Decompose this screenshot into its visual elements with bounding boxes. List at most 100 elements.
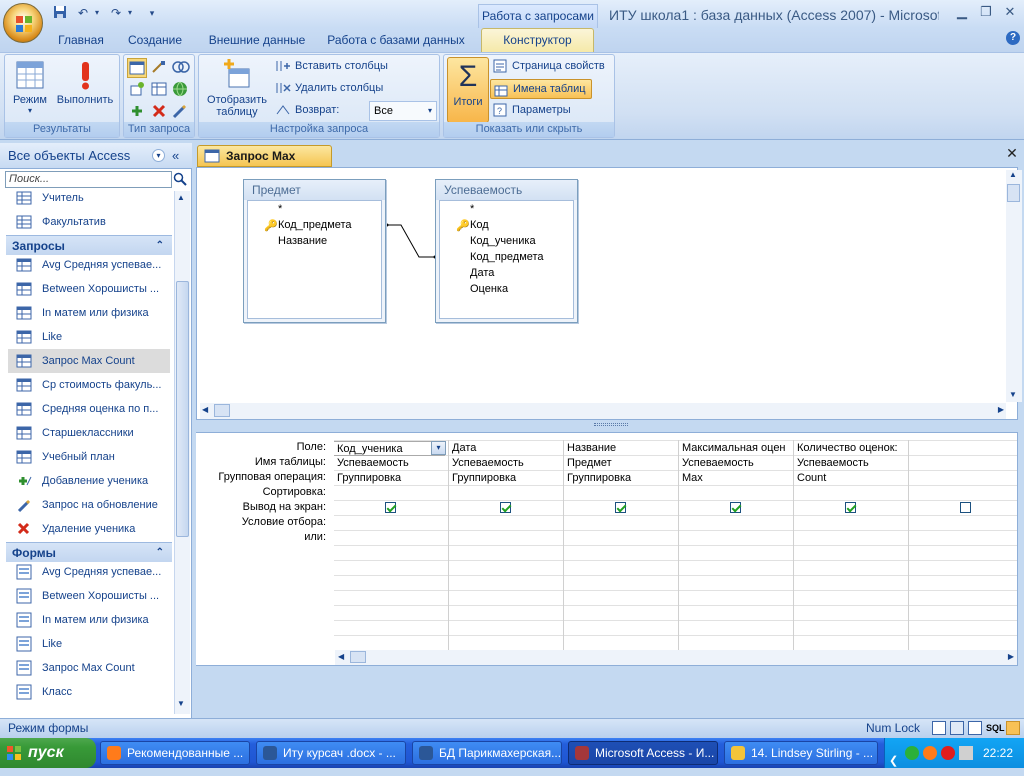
task-browser[interactable]: Рекомендованные ... [100, 741, 250, 765]
diagram-vscrollbar[interactable]: ▲ ▼ [1006, 170, 1022, 402]
form-view-icon[interactable] [932, 721, 946, 735]
grid-field-cell[interactable] [909, 441, 1020, 456]
section-forms[interactable]: Формы ⌃ [6, 542, 172, 562]
sql-view-icon[interactable]: SQL [986, 719, 1005, 737]
property-sheet-button[interactable]: Страница свойств [492, 57, 614, 77]
undo-icon[interactable]: ↶ [75, 5, 91, 21]
tray-opera-icon[interactable] [941, 746, 955, 760]
grid-table-cell[interactable] [909, 456, 1020, 471]
nav-menu-chevron-icon[interactable]: ▾ [152, 149, 165, 162]
show-checkbox[interactable] [730, 502, 741, 513]
diagram-hscrollbar[interactable]: ◀ ▶ [200, 403, 1006, 419]
union-query-button[interactable] [172, 59, 190, 77]
field-item[interactable]: Код [470, 219, 489, 231]
scroll-up-icon[interactable]: ▲ [1009, 170, 1017, 179]
grid-field-cell[interactable]: Код_ученика [334, 441, 445, 456]
totals-button[interactable]: Σ Итоги [447, 57, 489, 123]
nav-item-query[interactable]: In матем или физика [8, 301, 170, 325]
grid-table-cell[interactable]: Успеваемость [449, 456, 560, 471]
show-checkbox[interactable] [845, 502, 856, 513]
table-box-uspevaemost[interactable]: Успеваемость * 🔑 Код Код_ученика Код_пре… [435, 179, 578, 323]
nav-item-form[interactable]: Between Хорошисты ... [8, 584, 170, 608]
scroll-left-icon[interactable]: ◀ [202, 405, 208, 414]
nav-item-query[interactable]: Добавление ученика [8, 469, 170, 493]
crosstab-query-button[interactable] [151, 81, 169, 99]
tray-left-arrow-icon[interactable]: ❮ [889, 746, 898, 776]
scroll-up-icon[interactable]: ▲ [177, 193, 185, 202]
nav-scroll-thumb[interactable] [176, 281, 189, 537]
tab-database-tools[interactable]: Работа с базами данных [322, 30, 470, 52]
field-item[interactable]: Код_предмета [278, 219, 352, 231]
nav-item-form[interactable]: Запрос Max Count [8, 656, 170, 680]
grid-table-cell[interactable]: Успеваемость [334, 456, 445, 471]
nav-item-table[interactable]: Факультатив [8, 210, 170, 234]
tab-home[interactable]: Главная [52, 30, 110, 52]
tray-firefox-icon[interactable] [923, 746, 937, 760]
field-item[interactable]: Код_предмета [470, 251, 544, 263]
delete-query-button[interactable] [151, 103, 169, 121]
undo-dropdown-icon[interactable]: ▾ [92, 5, 102, 21]
minimize-icon[interactable]: ▁ [950, 4, 974, 22]
grid-table-cell[interactable]: Предмет [564, 456, 675, 471]
nav-item-query[interactable]: Avg Средняя успевае... [8, 253, 170, 277]
start-button[interactable]: пуск [0, 738, 96, 768]
scroll-down-icon[interactable]: ▼ [177, 699, 185, 708]
nav-item-query[interactable]: Between Хорошисты ... [8, 277, 170, 301]
grid-total-cell[interactable]: Группировка [334, 471, 445, 486]
field-item[interactable]: * [470, 203, 474, 215]
nav-item-query[interactable]: Запрос на обновление [8, 493, 170, 517]
grid-table-cell[interactable]: Успеваемость [794, 456, 905, 471]
insert-columns-button[interactable]: Вставить столбцы [275, 57, 437, 77]
delete-columns-button[interactable]: Удалить столбцы [275, 79, 437, 99]
pane-splitter[interactable] [196, 420, 1024, 432]
parameters-button[interactable]: ? Параметры [492, 101, 614, 121]
diagram-vscroll-thumb[interactable] [1007, 184, 1020, 202]
save-icon[interactable] [52, 5, 68, 21]
show-checkbox[interactable] [385, 502, 396, 513]
grid-total-cell[interactable]: Группировка [449, 471, 560, 486]
append-query-button[interactable] [129, 81, 147, 99]
task-media[interactable]: 14. Lindsey Stirling - ... [724, 741, 878, 765]
pivot-view-icon[interactable] [968, 721, 982, 735]
scroll-right-icon[interactable]: ▶ [998, 405, 1004, 414]
redo-dropdown-icon[interactable]: ▾ [125, 5, 135, 21]
table-box-title[interactable]: Предмет [244, 180, 385, 200]
grid-total-cell[interactable]: Max [679, 471, 790, 486]
splitter-grip-icon[interactable] [594, 423, 628, 426]
customize-qat-icon[interactable]: ▾ [146, 5, 158, 21]
show-checkbox[interactable] [615, 502, 626, 513]
field-item[interactable]: Код_ученика [470, 235, 536, 247]
update-query-button[interactable] [129, 103, 147, 121]
task-access[interactable]: Microsoft Access - И... [568, 741, 718, 765]
nav-scrollbar[interactable]: ▲ ▼ [174, 191, 190, 714]
document-tab[interactable]: Запрос Max Count [197, 145, 332, 183]
tray-language-icon[interactable] [959, 746, 973, 760]
nav-item-form[interactable]: Класс [8, 680, 170, 704]
field-item[interactable]: Название [278, 235, 327, 247]
grid-field-cell[interactable]: Количество оценок: [794, 441, 905, 456]
help-icon[interactable]: ? [1006, 31, 1020, 45]
nav-item-form[interactable]: Like [8, 632, 170, 656]
grid-field-cell[interactable]: Название [564, 441, 675, 456]
grid-hscrollbar[interactable]: ◀ ▶ [335, 650, 1017, 665]
nav-item-query[interactable]: Ср стоимость факуль... [8, 373, 170, 397]
run-button[interactable]: Выполнить [53, 59, 117, 123]
show-table-button[interactable]: Отобразить таблицу [202, 59, 272, 123]
nav-item-query[interactable]: Удаление ученика [8, 517, 170, 541]
select-query-button[interactable] [127, 58, 147, 78]
view-mode-button[interactable]: Режим ▾ [7, 59, 53, 123]
field-item[interactable]: * [278, 203, 282, 215]
scroll-right-icon[interactable]: ▶ [1008, 652, 1014, 661]
nav-item-table[interactable]: Учитель [8, 186, 170, 210]
redo-icon[interactable]: ↷ [108, 5, 124, 21]
tab-create[interactable]: Создание [122, 30, 188, 52]
search-icon[interactable] [173, 172, 187, 186]
return-select[interactable]: Все ▾ [369, 101, 437, 121]
tab-external-data[interactable]: Внешние данные [202, 30, 312, 52]
grid-total-cell[interactable] [909, 471, 1020, 486]
grid-total-cell[interactable]: Группировка [564, 471, 675, 486]
nav-header[interactable]: Все объекты Access ▾ « [0, 143, 192, 169]
nav-item-query[interactable]: Средняя оценка по п... [8, 397, 170, 421]
passthrough-query-button[interactable] [172, 81, 190, 99]
section-queries[interactable]: Запросы ⌃ [6, 235, 172, 255]
